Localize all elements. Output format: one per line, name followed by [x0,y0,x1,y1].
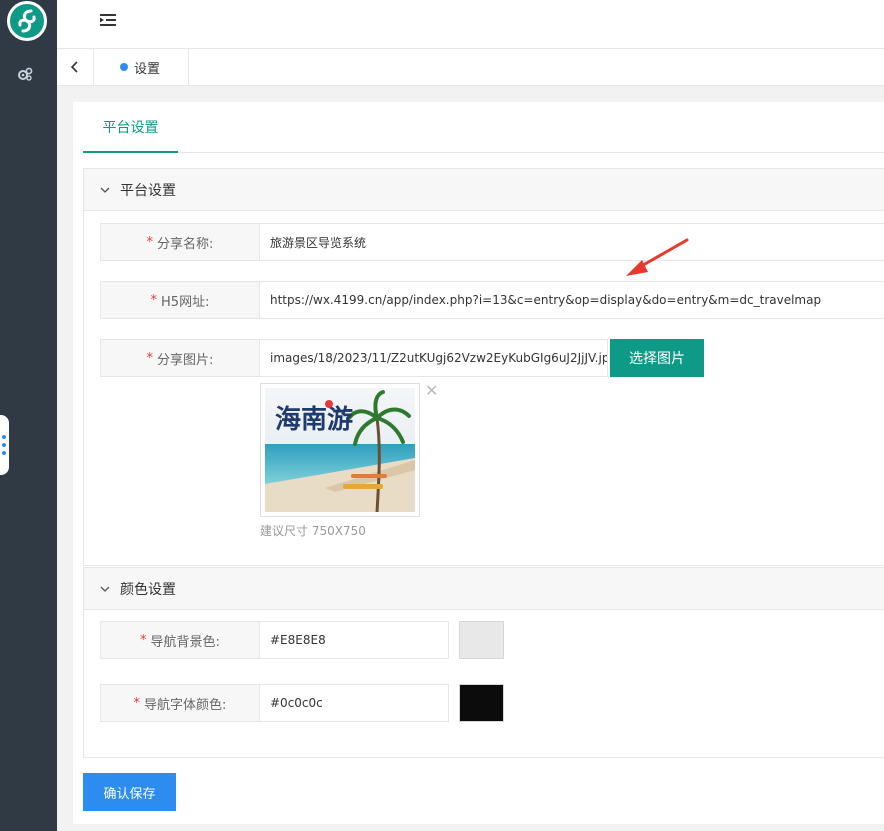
tab-platform-settings[interactable]: 平台设置 [83,102,178,153]
platform-settings-title: 平台设置 [120,182,176,199]
sidebar-toggle-handle[interactable] [0,415,9,475]
h5-url-label: * H5网址: [100,281,260,319]
nav-font-color-label: * 导航字体颜色: [100,684,260,722]
nav-bg-color-label: * 导航背景色: [100,621,260,659]
beach-image: 海南游 [265,388,415,513]
share-name-row: * 分享名称: 旅游景区导览系统 [100,223,884,261]
chevron-down-icon [100,187,110,193]
beach-image-caption: 海南游 [275,405,353,434]
nav-bg-color-input[interactable]: #E8E8E8 [260,621,449,659]
h5-url-input[interactable]: https://wx.4199.cn/app/index.php?i=13&c=… [260,281,884,319]
share-name-input[interactable]: 旅游景区导览系统 [260,223,884,261]
share-image-input[interactable]: images/18/2023/11/Z2utKUgj62Vzw2EyKubGIg… [260,339,608,377]
content-tabs: 平台设置 [83,102,884,153]
nav-font-color-input[interactable]: #0c0c0c [260,684,449,722]
share-image-row: * 分享图片: images/18/2023/11/Z2utKUgj62Vzw2E… [100,339,704,377]
chevron-down-icon [100,586,110,592]
tab-settings[interactable]: 设置 [94,49,189,85]
nav-font-color-row: * 导航字体颜色: #0c0c0c [100,684,504,722]
color-settings-header[interactable]: 颜色设置 [84,568,884,610]
gears-icon[interactable] [17,66,33,82]
color-settings-title: 颜色设置 [120,581,176,598]
share-image-preview: 海南游 [260,383,420,517]
share-image-label: * 分享图片: [100,339,260,377]
chevron-left-icon [70,61,78,73]
choose-image-button[interactable]: 选择图片 [610,339,704,377]
platform-settings-header[interactable]: 平台设置 [84,169,884,211]
sidebar [0,0,57,831]
h5-url-row: * H5网址: https://wx.4199.cn/app/index.php?… [100,281,884,319]
share-name-label: * 分享名称: [100,223,260,261]
remove-image-icon[interactable]: ✕ [425,381,438,400]
nav-bg-color-swatch[interactable] [459,621,504,659]
nav-bg-color-row: * 导航背景色: #E8E8E8 [100,621,504,659]
top-header [57,0,884,49]
main-panel: 平台设置 平台设置 * 分享名称: 旅游景区导览系统 * H5网址: https:/… [73,102,884,824]
nav-font-color-swatch[interactable] [459,684,504,722]
tab-back-button[interactable] [57,49,94,85]
color-settings-card: 颜色设置 * 导航背景色: #E8E8E8 * 导航字体颜色: #0c0c0c [83,567,884,758]
active-dot-icon [120,63,128,71]
page-tab-bar: 设置 [57,49,884,86]
indent-menu-icon[interactable] [100,13,116,27]
size-hint: 建议尺寸 750X750 [260,524,366,538]
tab-settings-label: 设置 [134,61,161,77]
brand-logo-icon[interactable] [7,1,47,41]
save-button[interactable]: 确认保存 [83,773,176,811]
platform-settings-card: 平台设置 * 分享名称: 旅游景区导览系统 * H5网址: https://wx.4… [83,168,884,566]
